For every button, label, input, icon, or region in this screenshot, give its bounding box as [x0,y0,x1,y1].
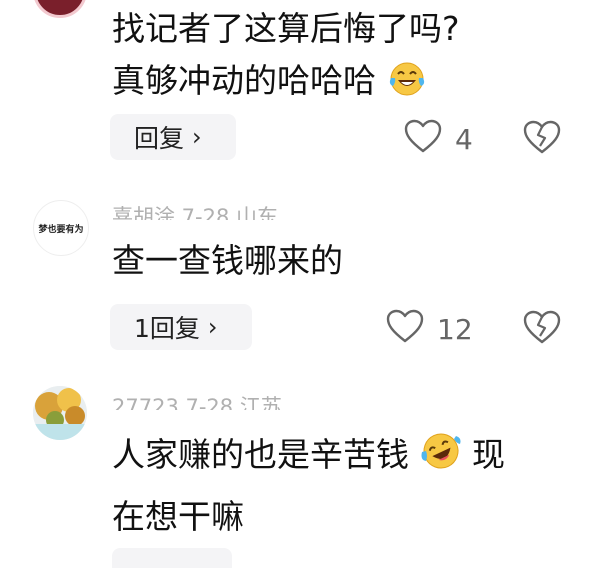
heart-icon [385,308,425,351]
avatar-image [33,386,87,440]
chevron-right-icon: › [192,123,202,151]
comment-text-line: 找记者了这算后悔了吗? [112,9,460,48]
avatar-top-cropped[interactable] [33,0,87,18]
reply-button[interactable]: 1回复 › [110,304,252,350]
reply-label: 回复 [134,124,185,153]
rofl-icon [420,430,462,484]
comment-text-segment: 人家赚的也是辛苦钱 [112,435,409,474]
comment-text-segment: 现 [472,435,505,474]
comment-text-line: 在想干嘛 [112,497,244,536]
dislike-button[interactable] [522,119,562,159]
comment-text-segment: 真够冲动的哈哈哈 [112,61,376,100]
broken-heart-icon [523,120,561,154]
comment-meta: 喜胡涂 7-28 山东 [112,206,279,220]
avatar[interactable] [33,386,87,440]
chevron-right-icon: › [207,313,218,341]
comment-text: 找记者了这算后悔了吗? 真够冲动的哈哈哈 [112,6,582,110]
broken-heart-icon [523,310,561,344]
like-button[interactable]: 12 [385,308,473,351]
reply-button[interactable]: 回复 › [110,114,236,160]
comment-text: 查一查钱哪来的 [112,238,582,284]
laugh-tears-icon [387,58,427,110]
heart-icon [403,118,443,161]
dislike-button[interactable] [522,309,562,349]
comment-meta: 27723 7-28 江苏 [112,396,282,410]
like-button[interactable]: 4 [403,118,473,161]
comment-text-line: 人家赚的也是辛苦钱 现 [112,430,582,484]
avatar-text: 梦也要有为 [38,224,84,235]
reply-button-cropped[interactable] [112,548,232,568]
avatar[interactable]: 梦也要有为 [33,200,89,256]
reply-label: 1回复 [134,314,200,343]
comment-text-line: 真够冲动的哈哈哈 [112,58,582,110]
like-count: 12 [437,313,473,346]
comment-text: 人家赚的也是辛苦钱 现 在想干嘛 [112,430,582,540]
like-count: 4 [455,123,473,156]
comment-text-line: 查一查钱哪来的 [112,241,343,280]
